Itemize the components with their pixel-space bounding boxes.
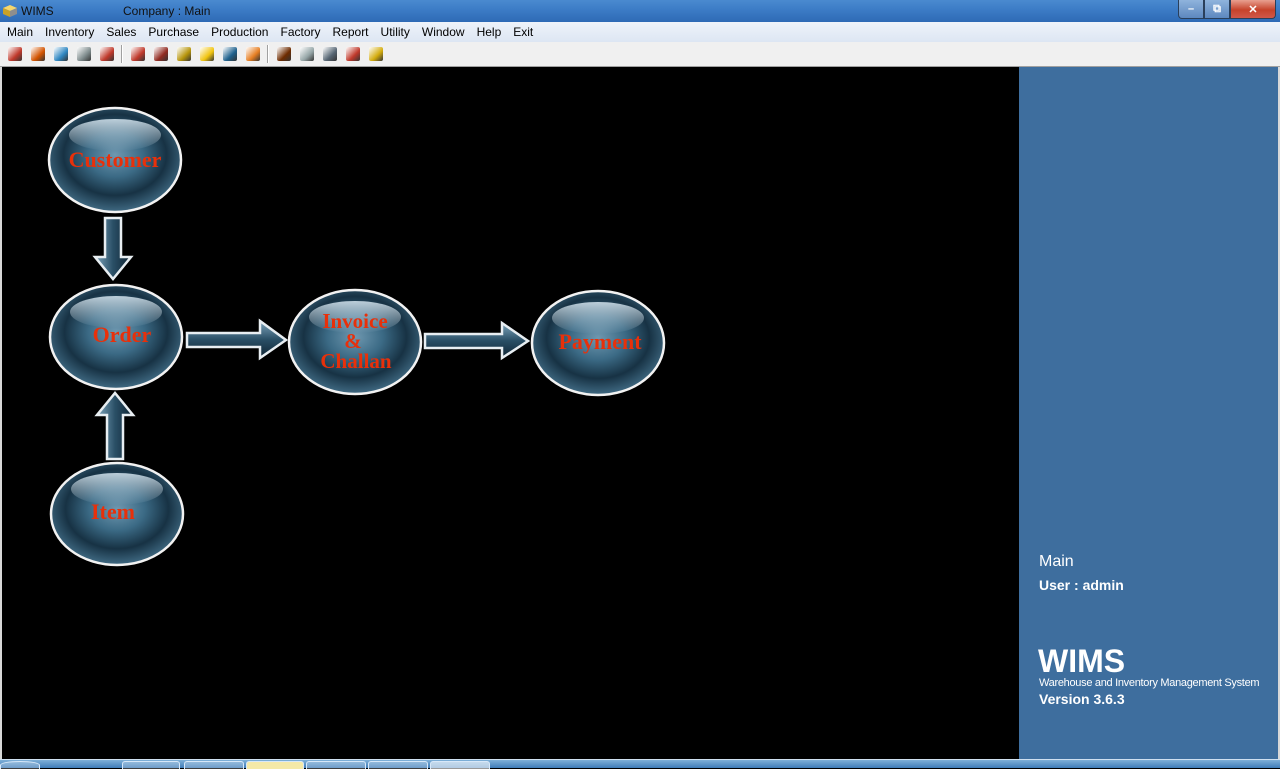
menu-utility[interactable]: Utility xyxy=(375,22,416,42)
menu-exit[interactable]: Exit xyxy=(507,22,539,42)
monitor-icon xyxy=(222,47,237,61)
pen-icon xyxy=(99,47,114,61)
title-bar: WIMS Company : Main – ⧉ ✕ xyxy=(0,0,1280,22)
toolbar-button-truck[interactable] xyxy=(364,43,387,65)
node-customer-label: Customer xyxy=(69,147,162,172)
toolbar-separator xyxy=(267,45,269,63)
toolbar-button-clipboard[interactable] xyxy=(295,43,318,65)
menu-production[interactable]: Production xyxy=(205,22,274,42)
toolbar-button-bar-chart[interactable] xyxy=(49,43,72,65)
chart-icon xyxy=(7,47,22,61)
app-title: WIMS xyxy=(21,4,54,18)
users-icon xyxy=(30,47,45,61)
truck-icon xyxy=(368,47,383,61)
menu-purchase[interactable]: Purchase xyxy=(142,22,205,42)
toolbar-button-library[interactable] xyxy=(318,43,341,65)
brand-name: WIMS xyxy=(1038,643,1126,679)
toolbar-button-address-book[interactable] xyxy=(126,43,149,65)
window-controls: – ⧉ ✕ xyxy=(1178,0,1276,19)
menu-window[interactable]: Window xyxy=(416,22,471,42)
restore-icon: ⧉ xyxy=(1213,2,1221,15)
notebook-icon xyxy=(199,47,214,61)
toolbar-button-person-card[interactable] xyxy=(272,43,295,65)
company-label: Company : Main xyxy=(123,4,211,18)
node-invoice-challan[interactable]: Invoice & Challan xyxy=(287,288,423,396)
toolbar-button-users[interactable] xyxy=(26,43,49,65)
minimize-icon: – xyxy=(1187,3,1195,15)
node-payment[interactable]: Payment xyxy=(530,289,666,397)
mdi-client-area: Customer Order Item Invoice & Challan Pa… xyxy=(0,67,1280,759)
close-button[interactable]: ✕ xyxy=(1230,0,1276,19)
scale-icon xyxy=(76,47,91,61)
address-book-icon xyxy=(130,47,145,61)
node-invoice-label-line3: Challan xyxy=(320,349,392,373)
node-order[interactable]: Order xyxy=(48,283,184,391)
toolbar xyxy=(0,42,1280,67)
toolbar-button-monitor[interactable] xyxy=(218,43,241,65)
node-customer[interactable]: Customer xyxy=(47,106,183,214)
book-icon xyxy=(153,47,168,61)
person-card-icon xyxy=(276,47,291,61)
node-item-label: Item xyxy=(91,499,135,524)
menu-factory[interactable]: Factory xyxy=(274,22,326,42)
toolbar-button-pen[interactable] xyxy=(95,43,118,65)
toolbar-button-chart[interactable] xyxy=(3,43,26,65)
node-order-label: Order xyxy=(93,322,152,347)
clipboard-icon xyxy=(299,47,314,61)
toolbar-separator xyxy=(121,45,123,63)
tool-icon xyxy=(345,47,360,61)
node-payment-label: Payment xyxy=(558,329,642,354)
arrow-invoice-to-payment xyxy=(423,320,531,361)
brand-tagline: Warehouse and Inventory Management Syste… xyxy=(1039,677,1260,689)
node-item[interactable]: Item xyxy=(49,461,185,567)
current-module-label: Main xyxy=(1039,553,1074,570)
menu-inventory[interactable]: Inventory xyxy=(39,22,100,42)
toolbar-button-book[interactable] xyxy=(149,43,172,65)
toolbar-button-scale[interactable] xyxy=(72,43,95,65)
toolbar-button-tool[interactable] xyxy=(341,43,364,65)
stack-icon xyxy=(176,47,191,61)
toolbar-button-notebook[interactable] xyxy=(195,43,218,65)
menu-sales[interactable]: Sales xyxy=(100,22,142,42)
menu-main[interactable]: Main xyxy=(1,22,39,42)
close-icon: ✕ xyxy=(1248,3,1258,16)
arrow-order-to-invoice xyxy=(185,318,289,361)
bar-chart-icon xyxy=(53,47,68,61)
menu-report[interactable]: Report xyxy=(327,22,375,42)
toolbar-button-folder[interactable] xyxy=(241,43,264,65)
workflow-diagram: Customer Order Item Invoice & Challan Pa… xyxy=(47,106,666,567)
toolbar-button-stack[interactable] xyxy=(172,43,195,65)
menu-bar: Main Inventory Sales Purchase Production… xyxy=(0,22,1280,42)
os-taskbar xyxy=(0,759,1280,769)
minimize-button[interactable]: – xyxy=(1178,0,1204,19)
arrow-customer-to-order xyxy=(92,216,134,281)
menu-help[interactable]: Help xyxy=(471,22,508,42)
version-label: Version 3.6.3 xyxy=(1039,691,1125,707)
current-user-label: User : admin xyxy=(1039,577,1124,593)
info-panel: Main User : admin WIMS Warehouse and Inv… xyxy=(1019,67,1280,759)
folder-icon xyxy=(245,47,260,61)
app-logo-icon xyxy=(3,5,17,17)
restore-button[interactable]: ⧉ xyxy=(1204,0,1230,19)
library-icon xyxy=(322,47,337,61)
arrow-item-to-order xyxy=(94,391,136,461)
